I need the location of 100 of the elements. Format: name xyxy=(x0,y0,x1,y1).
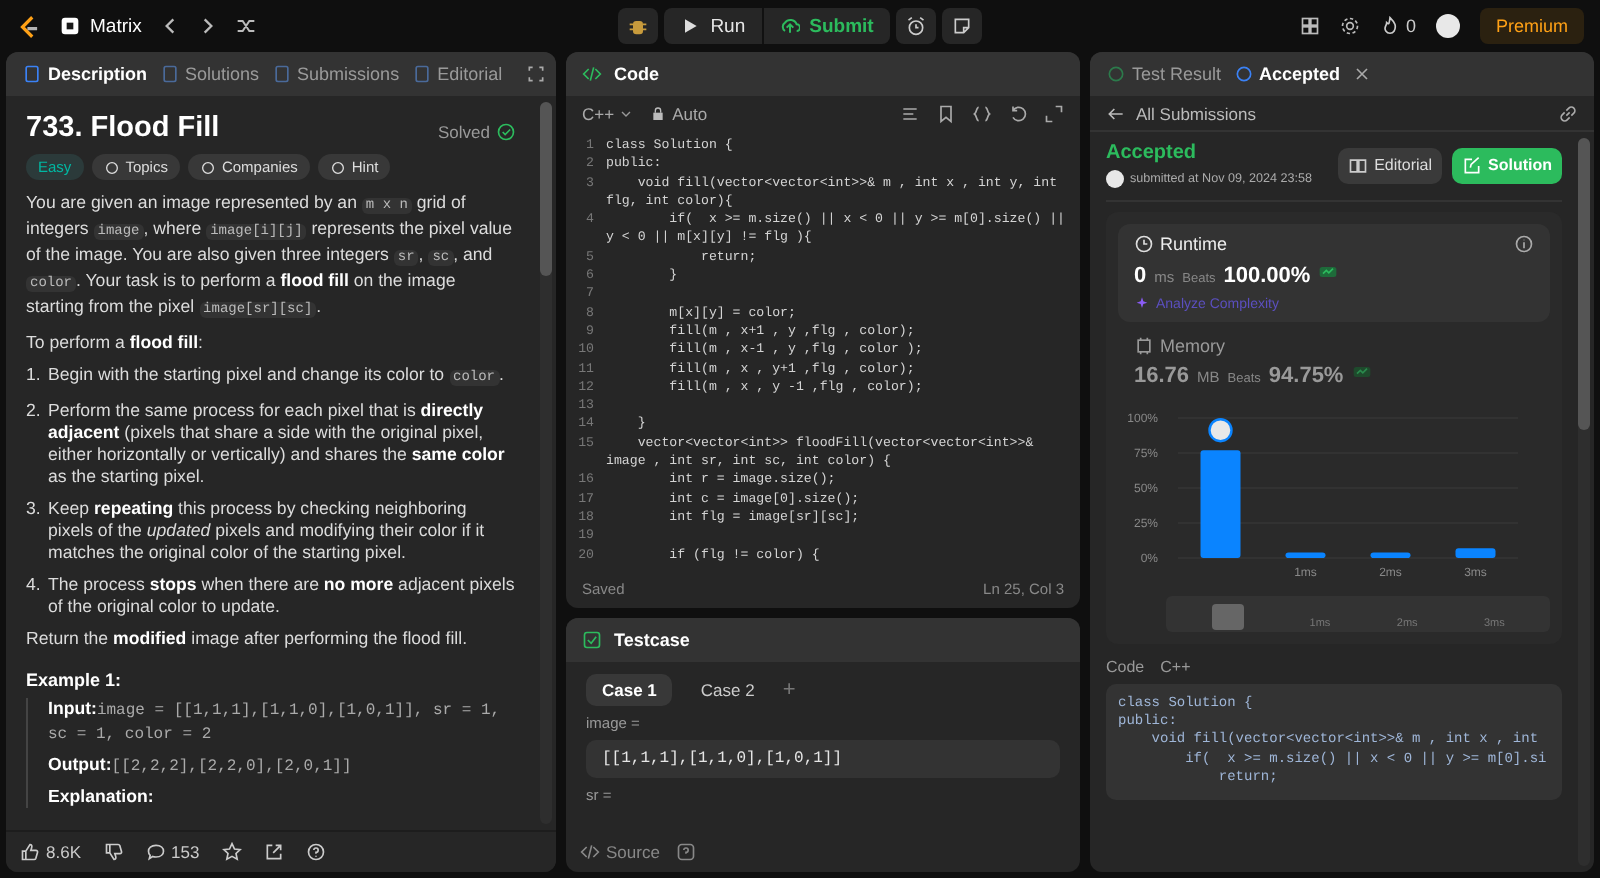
run-button[interactable]: Run xyxy=(664,8,764,44)
star-icon[interactable] xyxy=(221,842,242,862)
step-number: 3. xyxy=(26,498,42,522)
result-status: Accepted xyxy=(1106,142,1199,164)
avatar-marker-icon xyxy=(1208,418,1233,443)
fullscreen-icon[interactable] xyxy=(1044,104,1064,124)
input-field[interactable]: [[1,1,1],[1,1,0],[1,0,1]] xyxy=(586,740,1060,778)
avatar xyxy=(1106,170,1124,188)
panel-title: Testcase xyxy=(614,630,690,650)
caret-icon xyxy=(618,106,635,122)
submit-button[interactable]: Submit xyxy=(763,8,890,44)
example-title: Example 1: xyxy=(26,670,124,690)
help-icon[interactable] xyxy=(675,842,696,862)
bug-icon xyxy=(628,16,649,36)
layout-icon[interactable] xyxy=(1299,16,1320,36)
help-icon[interactable] xyxy=(305,842,326,862)
shuffle-icon[interactable] xyxy=(235,16,256,36)
example-line: Explanation: xyxy=(48,786,156,808)
chip-icon xyxy=(1134,336,1154,356)
panel-tab[interactable]: Test Result xyxy=(1106,64,1222,84)
thumbs-up-icon xyxy=(20,842,40,862)
document-icon xyxy=(411,64,432,84)
checkbox-icon xyxy=(582,630,602,650)
back-link[interactable]: All Submissions xyxy=(1106,104,1256,124)
solved-status: Solved xyxy=(438,121,516,141)
bookmark-icon[interactable] xyxy=(936,104,956,124)
language-dropdown[interactable]: C++ xyxy=(582,104,635,124)
description-paragraph: Return the modified image after performing the flood fill. xyxy=(26,628,470,650)
chart-bar[interactable] xyxy=(1455,548,1496,558)
avatar[interactable] xyxy=(1436,14,1460,38)
step-text: The process stops when there are no more adjacent pixels of the original color to update. xyxy=(48,574,516,618)
debug-button[interactable] xyxy=(618,8,659,44)
like-button[interactable]: 8.6K xyxy=(20,842,81,862)
document-icon xyxy=(271,64,292,84)
clock-icon xyxy=(1134,234,1154,254)
alarm-button[interactable] xyxy=(895,8,936,44)
beats-percent: 100.00% xyxy=(1223,264,1311,288)
link-icon[interactable] xyxy=(1558,104,1578,124)
example-line: Input:image = [[1,1,1],[1,1,0],[1,0,1]], sr = 1, sc = 1, color = 2 xyxy=(48,698,503,746)
step-text: Perform the same process for each pixel that is directly adjacent (pixels that share a side with the original pixel, either horizontally or vertically) and shares the same color as the starting pixel. xyxy=(48,400,507,488)
sparkle-icon xyxy=(1134,296,1150,312)
book-icon xyxy=(1348,155,1369,175)
play-icon xyxy=(680,16,701,36)
comment-icon xyxy=(145,842,165,862)
logo-icon[interactable] xyxy=(16,13,42,39)
lock-icon xyxy=(650,106,667,122)
source-button[interactable]: Source xyxy=(580,842,660,862)
document-icon xyxy=(159,64,180,84)
circle-icon xyxy=(1106,64,1126,84)
problem-title: 733. Flood Fill xyxy=(26,112,220,144)
scrollbar[interactable] xyxy=(540,102,552,824)
chart-bar[interactable] xyxy=(1285,552,1326,558)
step-number: 1. xyxy=(26,364,42,388)
chart-bar[interactable] xyxy=(1370,552,1411,558)
runtime-title: Runtime xyxy=(1134,234,1228,254)
info-icon[interactable] xyxy=(1514,234,1534,254)
comments-button[interactable]: 153 xyxy=(145,842,200,862)
step-number: 2. xyxy=(26,400,42,424)
settings-icon[interactable] xyxy=(1339,16,1360,36)
description-paragraph: To perform a flood fill: xyxy=(26,332,205,354)
edit-icon xyxy=(1462,155,1482,175)
step-text: Keep repeating this process by checking neighboring pixels of the updated pixels and modifying their color if it matches the original color of the starting pixel. xyxy=(48,498,487,564)
runtime-value: 0 xyxy=(1134,264,1147,288)
premium-button[interactable]: Premium xyxy=(1480,8,1585,44)
circle-icon xyxy=(1233,64,1254,84)
editorial-button[interactable]: Editorial xyxy=(1338,147,1442,183)
panel-tab[interactable]: Editorial xyxy=(411,64,503,84)
step-number: 4. xyxy=(26,574,42,598)
code-language: C++ xyxy=(1160,658,1191,676)
problem-list-button[interactable]: Matrix xyxy=(60,15,142,37)
streak-counter[interactable]: 0 xyxy=(1379,16,1416,36)
beats-percent: 94.75% xyxy=(1268,364,1344,388)
code-label: Code xyxy=(1106,658,1145,676)
flame-icon xyxy=(1379,16,1400,36)
scrollbar[interactable] xyxy=(1578,138,1590,866)
code-icon xyxy=(582,64,602,84)
alarm-clock-icon xyxy=(905,16,926,36)
panel-tab[interactable]: Submissions xyxy=(271,64,400,84)
panel-tab[interactable]: Description xyxy=(22,64,148,84)
panel-title: Code xyxy=(614,64,659,84)
braces-icon[interactable] xyxy=(972,104,992,124)
panel-tab[interactable]: Accepted xyxy=(1233,64,1341,84)
format-icon[interactable] xyxy=(900,104,920,124)
cloud-upload-icon xyxy=(779,16,800,36)
check-circle-icon xyxy=(496,121,516,141)
reset-icon[interactable] xyxy=(1008,104,1028,124)
dislike-icon[interactable] xyxy=(103,842,123,862)
panel-tab[interactable]: Solutions xyxy=(159,64,260,84)
back-arrow-icon xyxy=(1106,104,1126,124)
expand-icon[interactable] xyxy=(526,64,547,84)
case-tab[interactable]: Case 2 xyxy=(684,674,771,706)
code-icon xyxy=(580,842,600,862)
mode-label[interactable]: Auto xyxy=(650,104,708,124)
document-icon xyxy=(22,64,42,84)
note-icon xyxy=(951,16,972,36)
note-button[interactable] xyxy=(941,8,982,44)
example-line: Output:[[2,2,2],[2,2,0],[2,0,1]] xyxy=(48,754,354,778)
case-tab[interactable]: Case 1 xyxy=(586,674,673,706)
share-icon[interactable] xyxy=(263,842,284,862)
close-icon[interactable] xyxy=(1352,64,1373,84)
